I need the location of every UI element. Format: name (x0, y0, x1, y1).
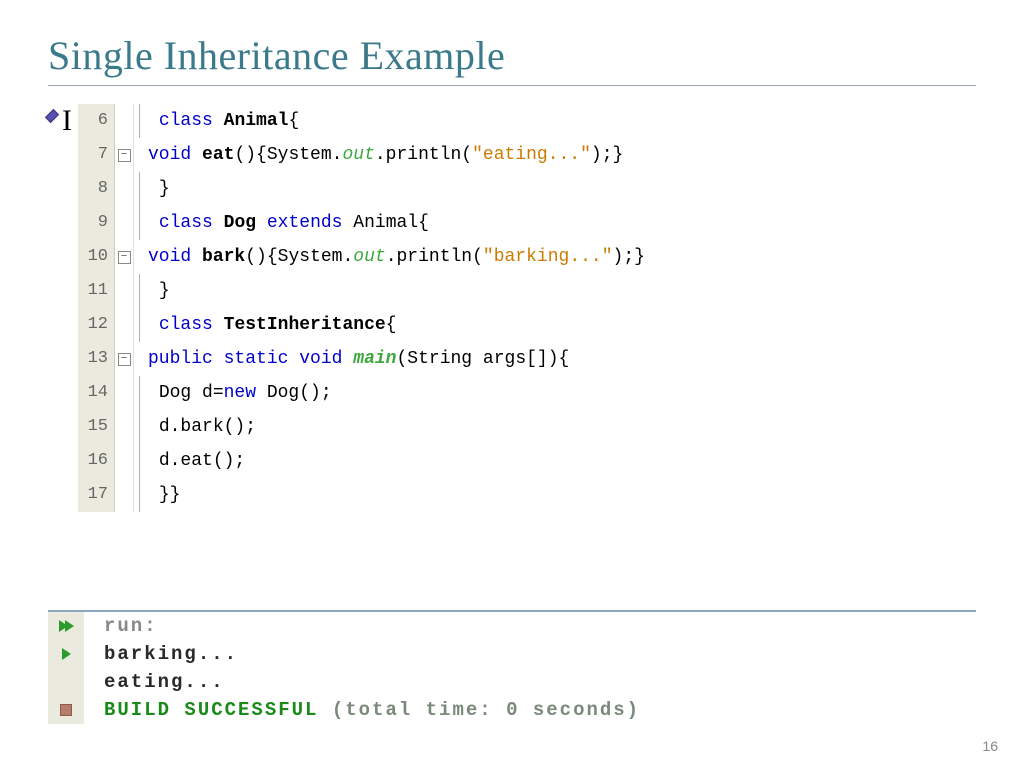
code-line: 12 class TestInheritance{ (78, 308, 976, 342)
run-icon[interactable] (65, 620, 74, 632)
line-number: 11 (78, 274, 115, 308)
code-line: 16 d.eat(); (78, 444, 976, 478)
line-number: 17 (78, 478, 115, 512)
code-text: public static void main(String args[]){ (144, 342, 569, 376)
indent-guide (134, 376, 144, 410)
output-gutter (48, 612, 84, 640)
indent-guide (134, 342, 144, 376)
fold-gutter (115, 206, 134, 240)
indent-guide (134, 172, 144, 206)
fold-gutter (115, 376, 134, 410)
output-line: run: (48, 612, 976, 640)
code-editor: 6 class Animal{7−void eat(){System.out.p… (78, 104, 976, 512)
output-gutter (48, 696, 84, 724)
code-line: 13−public static void main(String args[]… (78, 342, 976, 376)
indent-guide (134, 206, 144, 240)
content-row: I 6 class Animal{7−void eat(){System.out… (48, 104, 976, 512)
line-number: 14 (78, 376, 115, 410)
code-text: class Dog extends Animal{ (144, 206, 429, 240)
line-number: 16 (78, 444, 115, 478)
stop-icon[interactable] (60, 704, 72, 716)
fold-gutter (115, 172, 134, 206)
line-number: 15 (78, 410, 115, 444)
code-text: }} (144, 478, 180, 512)
code-line: 14 Dog d=new Dog(); (78, 376, 976, 410)
indent-guide (134, 478, 144, 512)
fold-gutter: − (115, 342, 134, 376)
code-text: class TestInheritance{ (144, 308, 396, 342)
indent-guide (134, 444, 144, 478)
output-text: barking... (84, 643, 238, 665)
output-panel: run: barking... eating... BUILD SUCCESSFUL … (48, 610, 976, 724)
fold-gutter: − (115, 138, 134, 172)
line-number: 6 (78, 104, 115, 138)
code-line: 8 } (78, 172, 976, 206)
fold-gutter (115, 104, 134, 138)
fold-gutter (115, 444, 134, 478)
output-line: eating... (48, 668, 976, 696)
code-line: 11 } (78, 274, 976, 308)
line-number: 10 (78, 240, 115, 274)
indent-guide (134, 138, 144, 172)
output-line: BUILD SUCCESSFUL (total time: 0 seconds) (48, 696, 976, 724)
indent-guide (134, 274, 144, 308)
line-number: 13 (78, 342, 115, 376)
code-text: d.bark(); (144, 410, 256, 444)
indent-guide (134, 308, 144, 342)
code-line: 6 class Animal{ (78, 104, 976, 138)
code-text: d.eat(); (144, 444, 245, 478)
fold-gutter (115, 478, 134, 512)
code-text: } (144, 172, 170, 206)
code-text: } (144, 274, 170, 308)
code-line: 7−void eat(){System.out.println("eating.… (78, 138, 976, 172)
diamond-bullet-icon (45, 109, 59, 123)
code-line: 15 d.bark(); (78, 410, 976, 444)
code-line: 17 }} (78, 478, 976, 512)
bullet-column: I (48, 104, 72, 138)
line-number: 12 (78, 308, 115, 342)
fold-minus-icon[interactable]: − (118, 251, 131, 264)
code-text: void eat(){System.out.println("eating...… (144, 138, 623, 172)
output-text: BUILD SUCCESSFUL (total time: 0 seconds) (84, 699, 640, 721)
code-text: void bark(){System.out.println("barking.… (144, 240, 645, 274)
fold-gutter (115, 308, 134, 342)
output-text: eating... (84, 671, 225, 693)
fold-minus-icon[interactable]: − (118, 149, 131, 162)
line-number: 7 (78, 138, 115, 172)
indent-guide (134, 104, 144, 138)
slide-title: Single Inheritance Example (48, 32, 976, 79)
code-text: class Animal{ (144, 104, 299, 138)
page-number: 16 (982, 738, 998, 754)
fold-gutter (115, 410, 134, 444)
run-icon[interactable] (62, 648, 71, 660)
line-number: 8 (78, 172, 115, 206)
output-gutter (48, 668, 84, 696)
fold-minus-icon[interactable]: − (118, 353, 131, 366)
bullet-letter: I (62, 104, 72, 138)
output-line: barking... (48, 640, 976, 668)
code-line: 10−void bark(){System.out.println("barki… (78, 240, 976, 274)
indent-guide (134, 410, 144, 444)
fold-gutter: − (115, 240, 134, 274)
code-line: 9 class Dog extends Animal{ (78, 206, 976, 240)
output-text: run: (84, 615, 158, 637)
output-gutter (48, 640, 84, 668)
title-divider (48, 85, 976, 86)
line-number: 9 (78, 206, 115, 240)
indent-guide (134, 240, 144, 274)
slide-container: Single Inheritance Example I 6 class Ani… (0, 0, 1024, 768)
fold-gutter (115, 274, 134, 308)
code-text: Dog d=new Dog(); (144, 376, 332, 410)
